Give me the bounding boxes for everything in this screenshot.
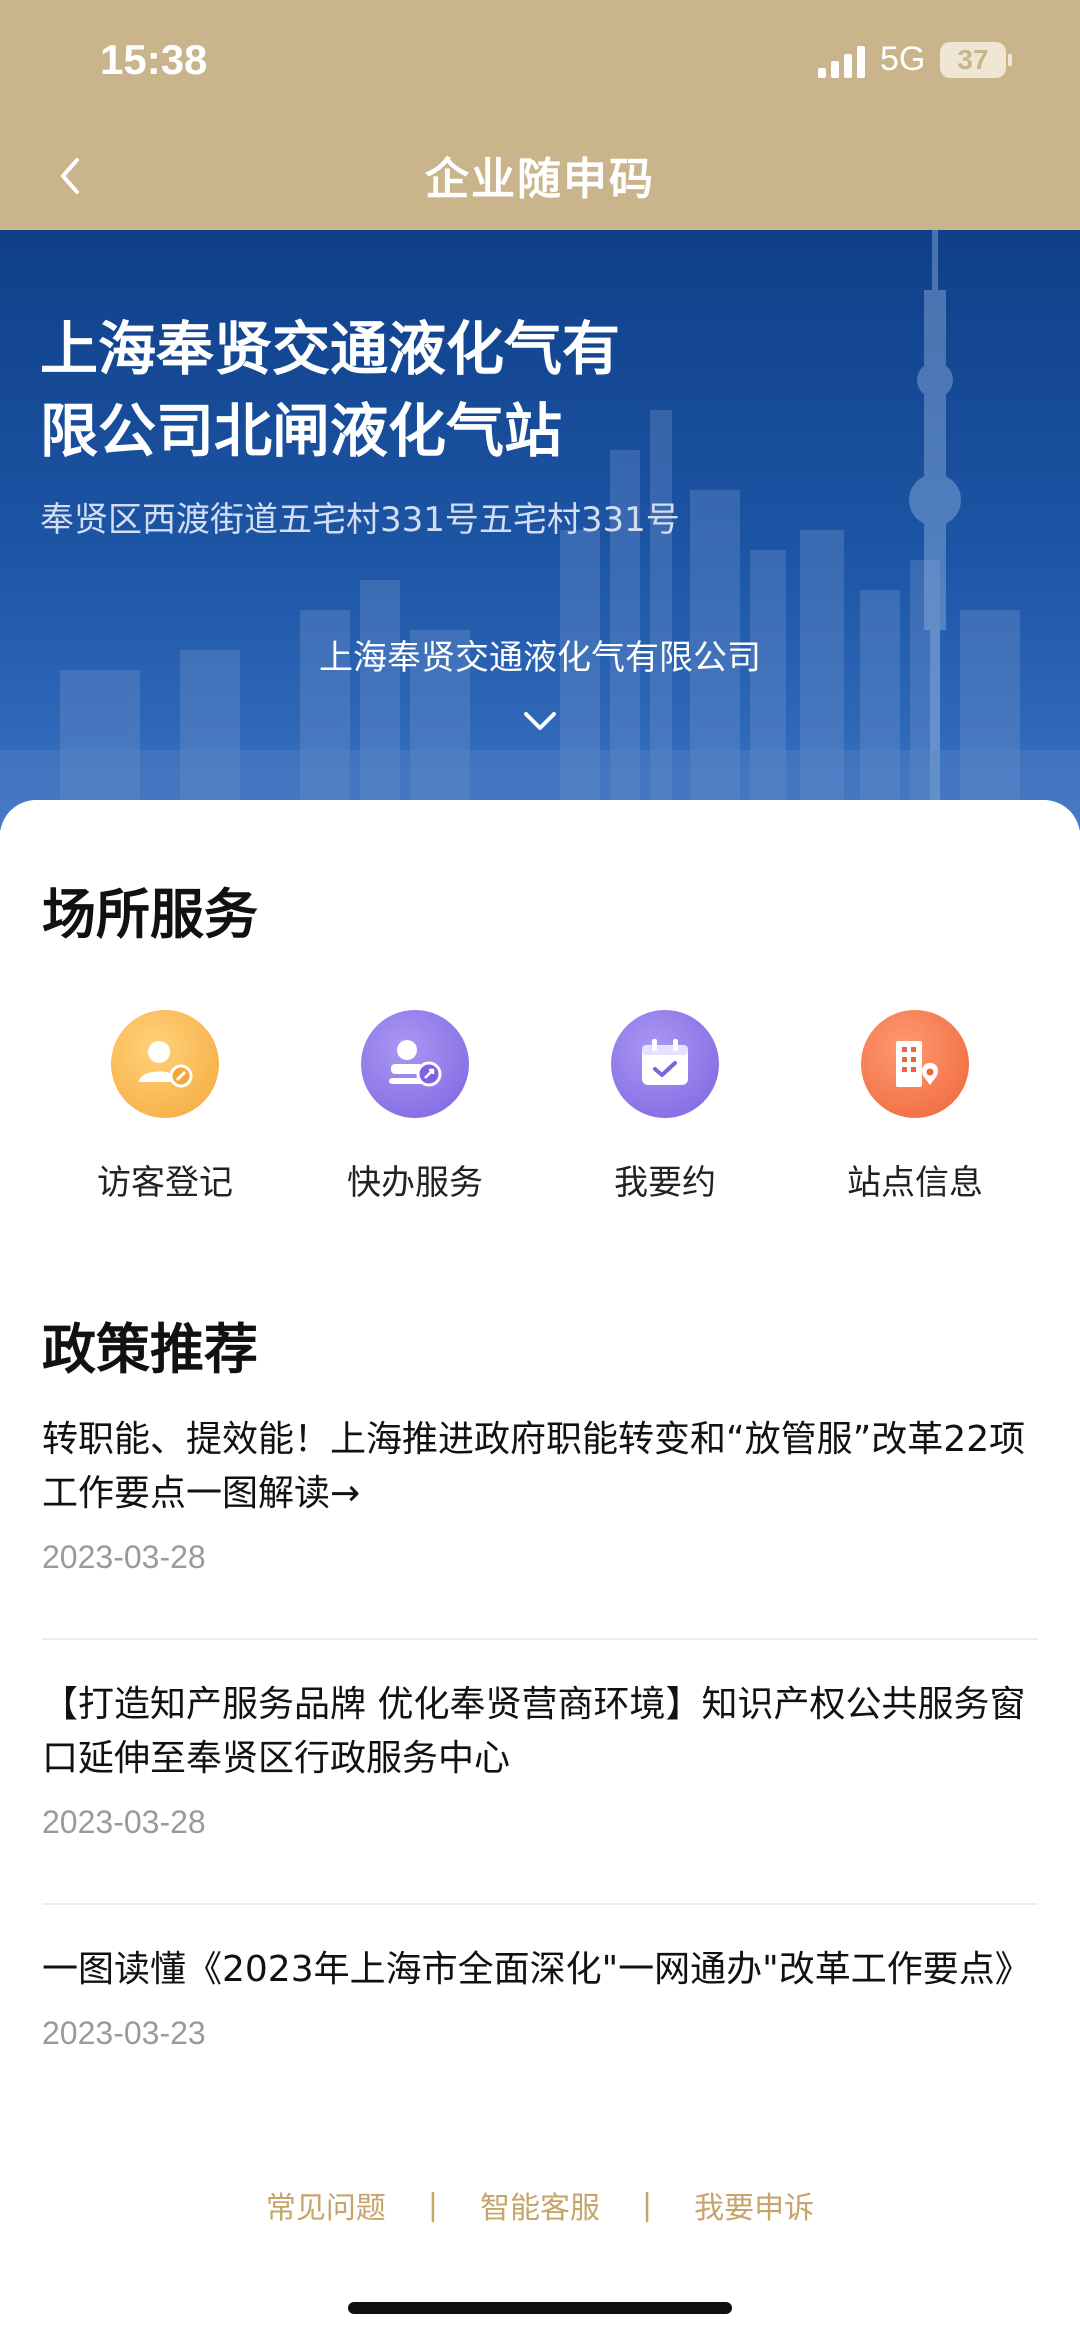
network-label: 5G <box>880 40 926 78</box>
divider <box>42 1638 1038 1640</box>
policy-item[interactable]: 【打造知产服务品牌 优化奉贤营商环境】知识产权公共服务窗口延伸至奉贤区行政服务中… <box>42 1678 1042 1841</box>
calendar-icon <box>611 1010 719 1118</box>
policy-title: 【打造知产服务品牌 优化奉贤营商环境】知识产权公共服务窗口延伸至奉贤区行政服务中… <box>42 1684 1026 1779</box>
battery-tip <box>1008 54 1012 66</box>
policy-date: 2023-03-23 <box>42 2015 206 2051</box>
site-address: 奉贤区西渡街道五宅村331号五宅村331号 <box>40 500 680 540</box>
chevron-left-icon <box>61 158 79 194</box>
service-label: 我要约 <box>614 1163 716 1203</box>
signal-icon <box>818 46 865 78</box>
complaint-link[interactable]: 我要申诉 <box>666 2183 842 2227</box>
service-appointment[interactable]: 我要约 <box>555 1010 775 1210</box>
building-icon <box>861 1010 969 1118</box>
service-visitor-registration[interactable]: 访客登记 <box>55 1010 275 1210</box>
service-label: 快办服务 <box>347 1163 483 1203</box>
nav-bar: 企业随申码 <box>0 120 1080 230</box>
chevron-down-icon[interactable] <box>520 708 560 734</box>
service-label: 访客登记 <box>97 1163 233 1203</box>
footer-separator: | <box>642 2187 653 2223</box>
home-indicator[interactable] <box>348 2302 732 2314</box>
service-label: 站点信息 <box>847 1163 983 1203</box>
battery-icon: 37 <box>940 42 1006 78</box>
quick-service-icon <box>361 1010 469 1118</box>
company-site-name: 上海奉贤交通液化气有限公司北闸液化气站 <box>40 315 621 465</box>
back-button[interactable] <box>40 146 100 206</box>
policy-date: 2023-03-28 <box>42 1539 206 1575</box>
battery-level: 37 <box>957 44 989 75</box>
status-bar: 15:38 5G 37 <box>0 0 1080 120</box>
divider <box>42 1903 1038 1905</box>
footer-links: 常见问题 | 智能客服 | 我要申诉 <box>0 2180 1080 2230</box>
policy-title: 转职能、提效能！上海推进政府职能转变和“放管服”改革22项工作要点一图解读→ <box>42 1419 1026 1514</box>
company-name[interactable]: 上海奉贤交通液化气有限公司 <box>0 630 1080 679</box>
visitor-icon <box>111 1010 219 1118</box>
smart-service-link[interactable]: 智能客服 <box>452 2183 628 2227</box>
policy-section-title: 政策推荐 <box>42 1318 258 1381</box>
faq-link[interactable]: 常见问题 <box>238 2183 414 2227</box>
hero-banner: 上海奉贤交通液化气有限公司北闸液化气站 奉贤区西渡街道五宅村331号五宅村331… <box>0 230 1080 830</box>
services-section-title: 场所服务 <box>42 883 258 946</box>
page-title: 企业随申码 <box>425 154 655 205</box>
policy-date: 2023-03-28 <box>42 1804 206 1840</box>
policy-title: 一图读懂《2023年上海市全面深化"一网通办"改革工作要点》 <box>42 1949 1031 1990</box>
policy-item[interactable]: 一图读懂《2023年上海市全面深化"一网通办"改革工作要点》 2023-03-2… <box>42 1943 1042 2052</box>
status-time: 15:38 <box>100 36 208 83</box>
footer-separator: | <box>427 2187 438 2223</box>
service-site-info[interactable]: 站点信息 <box>805 1010 1025 1210</box>
policy-item[interactable]: 转职能、提效能！上海推进政府职能转变和“放管服”改革22项工作要点一图解读→ 2… <box>42 1413 1042 1576</box>
service-quick-service[interactable]: 快办服务 <box>305 1010 525 1210</box>
